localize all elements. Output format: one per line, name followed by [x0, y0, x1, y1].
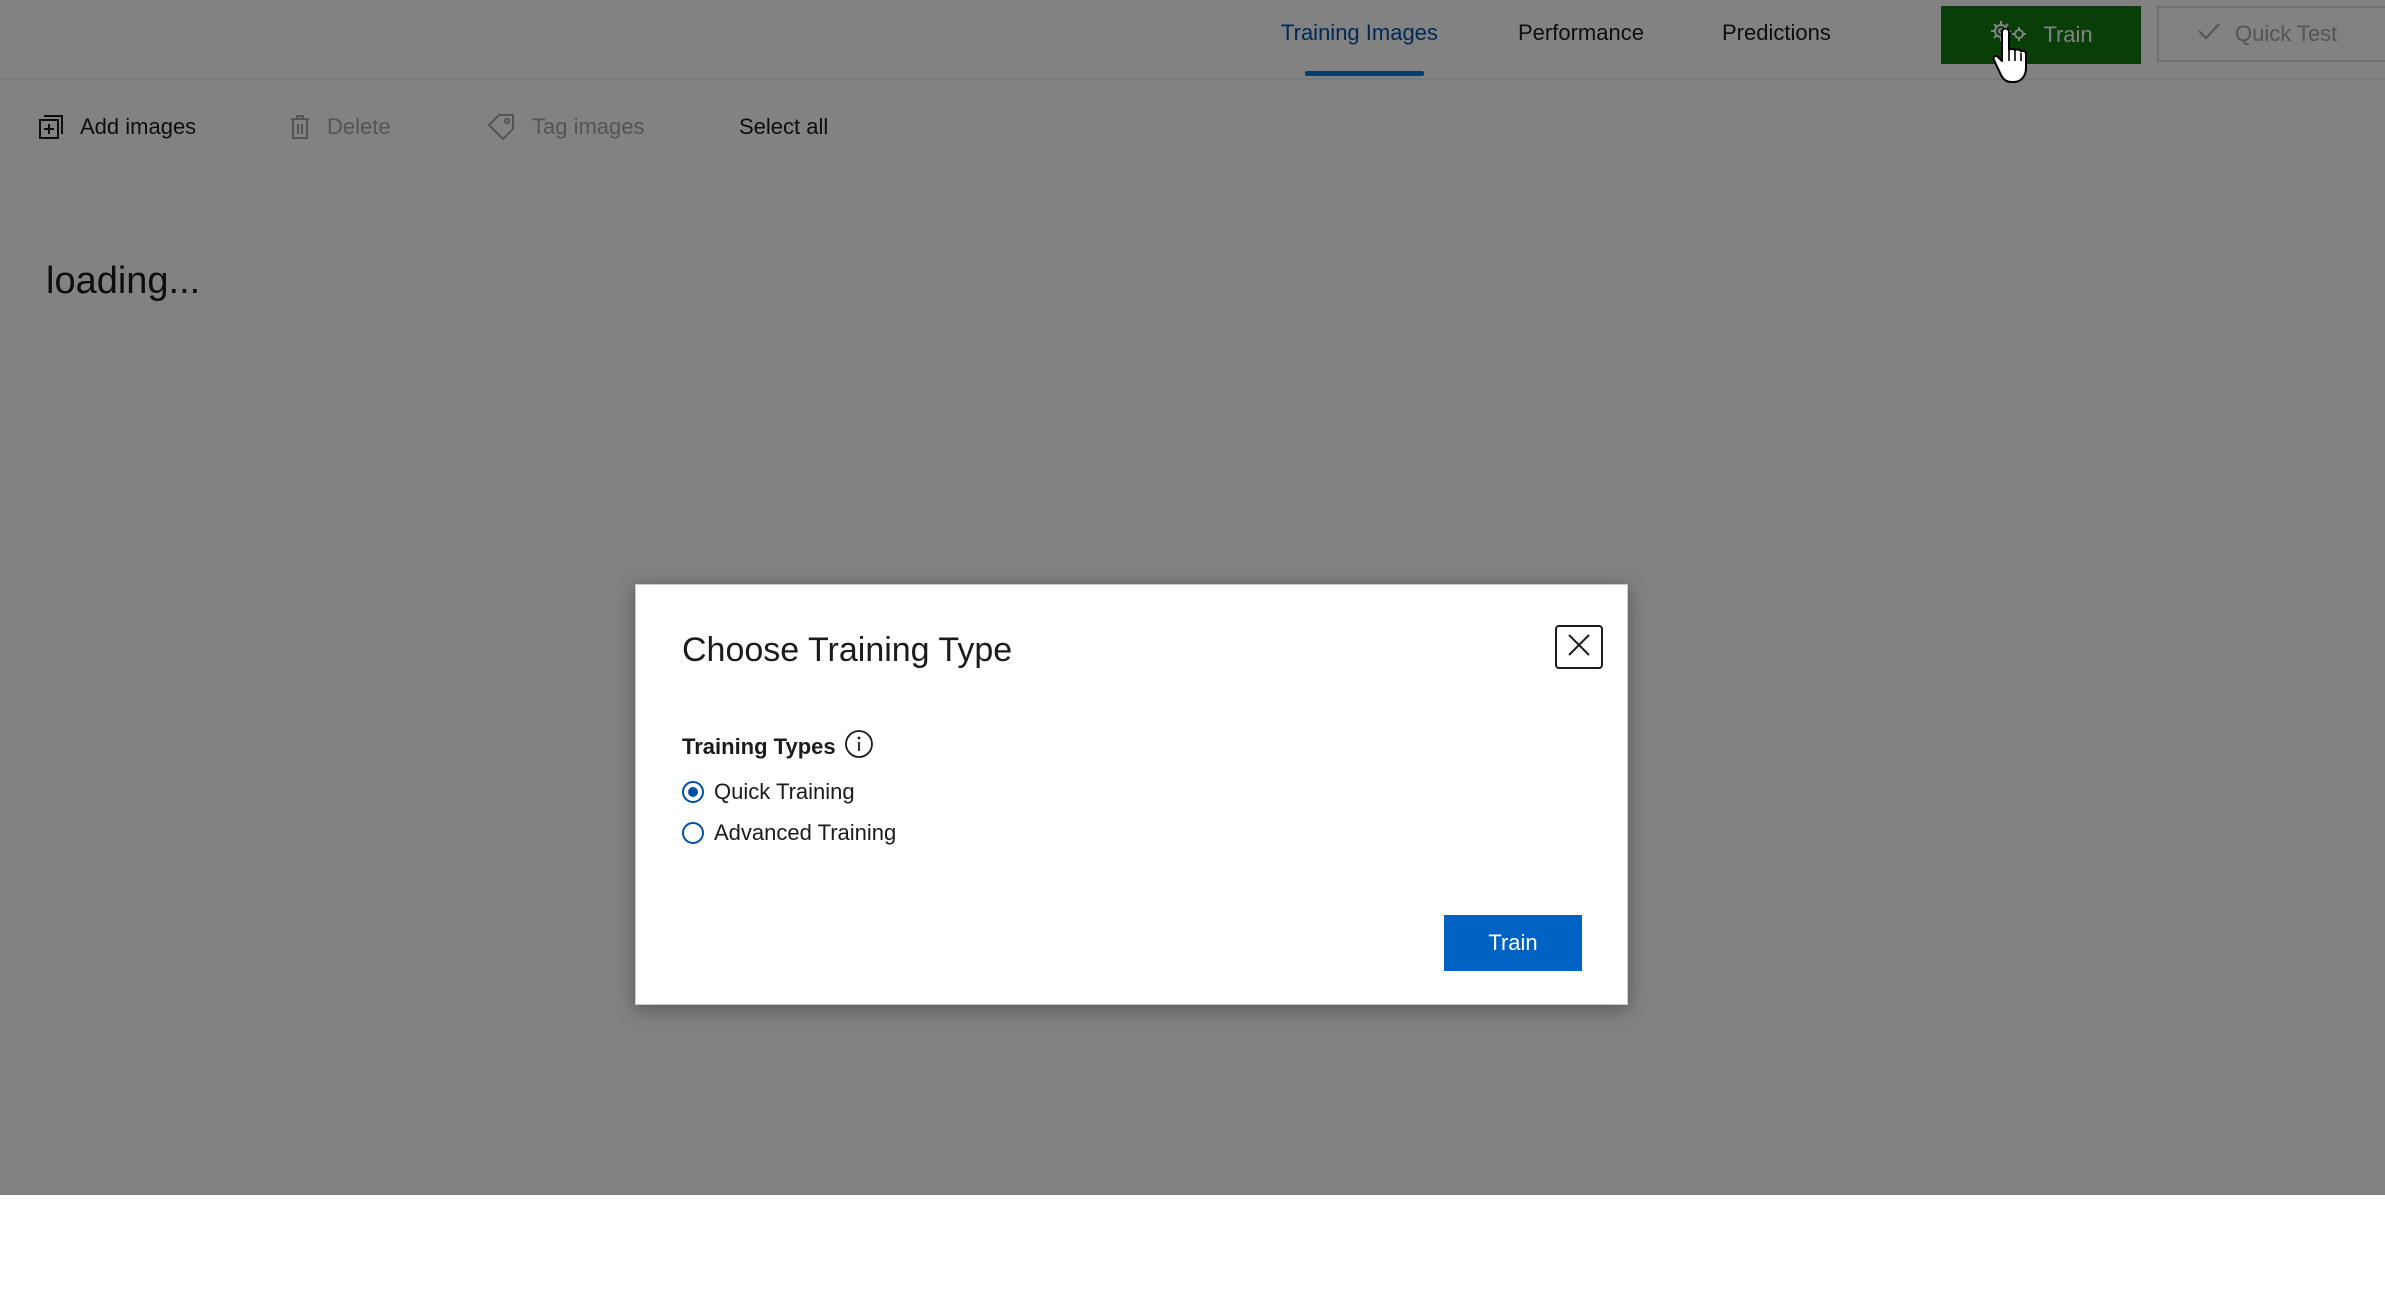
choose-training-type-dialog: Choose Training Type Training Types Quic… — [635, 584, 1628, 1005]
dialog-train-button[interactable]: Train — [1444, 915, 1582, 971]
dialog-title: Choose Training Type — [682, 631, 1013, 669]
radio-button-unchecked[interactable] — [682, 822, 704, 844]
radio-advanced-training[interactable]: Advanced Training — [682, 820, 896, 846]
radio-quick-training[interactable]: Quick Training — [682, 779, 855, 805]
hand-pointer-icon — [1992, 27, 2028, 95]
radio-button-checked[interactable] — [682, 781, 704, 803]
radio-advanced-training-label: Advanced Training — [714, 820, 897, 845]
training-types-label-text: Training Types — [682, 734, 836, 759]
close-icon — [1566, 632, 1592, 663]
info-icon[interactable] — [844, 729, 874, 765]
close-button[interactable] — [1555, 625, 1603, 669]
radio-quick-training-label: Quick Training — [714, 779, 855, 804]
training-types-label: Training Types — [682, 729, 874, 765]
